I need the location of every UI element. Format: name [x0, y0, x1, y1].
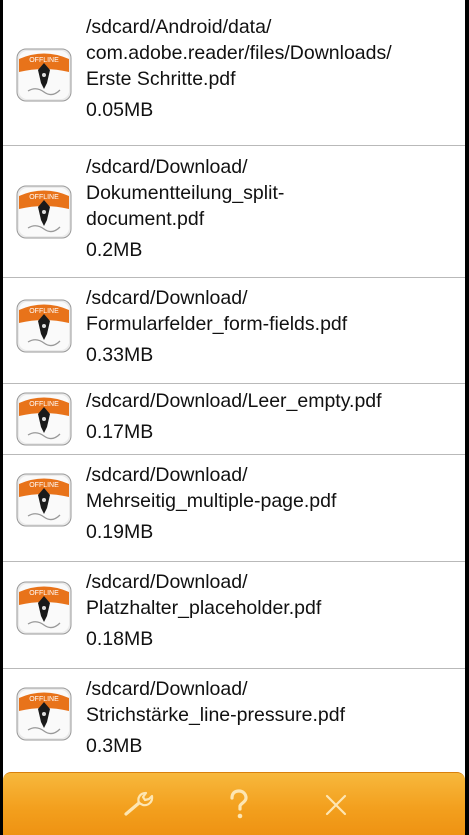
app-offline-pen-icon: OFFLINE: [14, 46, 74, 104]
file-path-line: Dokumentteilung_split-: [86, 182, 285, 204]
app-offline-pen-icon: OFFLINE: [14, 297, 74, 355]
svg-text:OFFLINE: OFFLINE: [29, 482, 59, 489]
file-path-line: com.adobe.reader/files/Downloads/: [86, 42, 392, 64]
right-edge: [465, 0, 469, 835]
app-offline-pen-icon: OFFLINE: [14, 471, 74, 529]
file-path-line: Erste Schritte.pdf: [86, 68, 236, 90]
file-path-line: /sdcard/Download/: [86, 464, 248, 486]
file-path-line: /sdcard/Download/Leer_empty.pdf: [86, 390, 382, 412]
close-x-icon[interactable]: [316, 787, 356, 823]
bottom-toolbar: [3, 772, 465, 835]
file-size: 0.3MB: [86, 735, 143, 757]
file-row[interactable]: OFFLINE /sdcard/Download/Leer_empty.pdf …: [3, 384, 465, 455]
help-question-icon[interactable]: [219, 787, 259, 823]
file-path-line: /sdcard/Download/: [86, 287, 248, 309]
file-size: 0.17MB: [86, 421, 154, 443]
file-path-line: document.pdf: [86, 208, 205, 230]
file-row[interactable]: OFFLINE /sdcard/Download/ Strichstärke_l…: [3, 669, 465, 772]
file-path-line: Mehrseitig_multiple-page.pdf: [86, 490, 337, 512]
svg-text:OFFLINE: OFFLINE: [29, 308, 59, 315]
file-size: 0.19MB: [86, 521, 154, 543]
file-size: 0.18MB: [86, 628, 154, 650]
file-path-line: Strichstärke_line-pressure.pdf: [86, 704, 346, 726]
file-path-line: /sdcard/Download/: [86, 571, 248, 593]
file-path-line: /sdcard/Download/: [86, 156, 248, 178]
svg-text:OFFLINE: OFFLINE: [29, 401, 59, 408]
file-row[interactable]: OFFLINE /sdcard/Download/ Platzhalter_pl…: [3, 562, 465, 669]
file-row[interactable]: OFFLINE /sdcard/Download/ Mehrseitig_mul…: [3, 455, 465, 562]
file-size: 0.05MB: [86, 99, 154, 121]
app-offline-pen-icon: OFFLINE: [14, 685, 74, 743]
file-row[interactable]: OFFLINE /sdcard/Android/data/ com.adobe.…: [3, 0, 465, 146]
svg-text:OFFLINE: OFFLINE: [29, 57, 59, 64]
file-path-line: /sdcard/Download/: [86, 678, 248, 700]
svg-text:OFFLINE: OFFLINE: [29, 696, 59, 703]
settings-wrench-icon[interactable]: [119, 787, 159, 823]
app-offline-pen-icon: OFFLINE: [14, 183, 74, 241]
app-offline-pen-icon: OFFLINE: [14, 390, 74, 448]
file-list-screen: OFFLINE /sdcard/Android/data/ com.adobe.…: [0, 0, 469, 835]
file-row[interactable]: OFFLINE /sdcard/Download/ Dokumentteilun…: [3, 146, 465, 278]
svg-text:OFFLINE: OFFLINE: [29, 194, 59, 201]
file-path-line: Platzhalter_placeholder.pdf: [86, 597, 322, 619]
file-list[interactable]: OFFLINE /sdcard/Android/data/ com.adobe.…: [3, 0, 465, 772]
left-edge: [0, 0, 3, 835]
svg-text:OFFLINE: OFFLINE: [29, 590, 59, 597]
file-path-line: Formularfelder_form-fields.pdf: [86, 313, 348, 335]
file-size: 0.2MB: [86, 239, 143, 261]
app-offline-pen-icon: OFFLINE: [14, 579, 74, 637]
file-path-line: /sdcard/Android/data/: [86, 16, 272, 38]
file-size: 0.33MB: [86, 344, 154, 366]
file-row[interactable]: OFFLINE /sdcard/Download/ Formularfelder…: [3, 278, 465, 384]
